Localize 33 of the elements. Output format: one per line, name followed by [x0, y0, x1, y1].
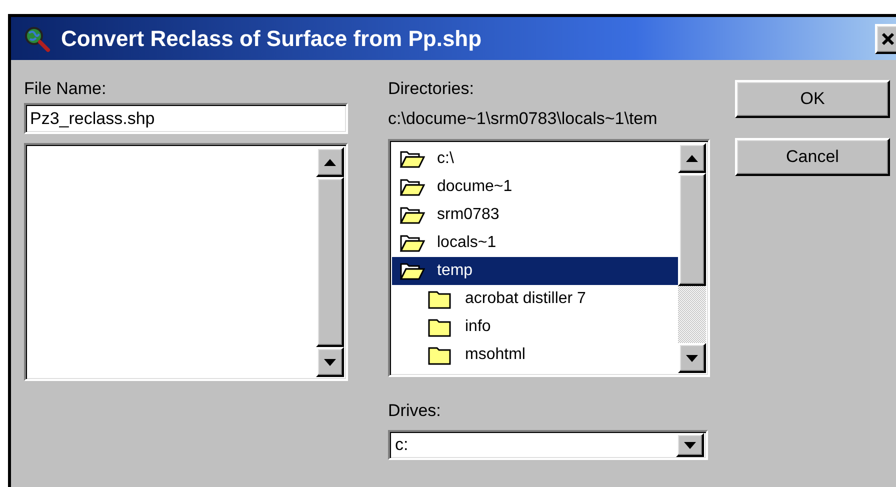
- close-icon: [881, 32, 895, 46]
- down-arrow-icon: [684, 442, 696, 448]
- cancel-button[interactable]: Cancel: [735, 138, 890, 176]
- folder-item[interactable]: c:\: [392, 145, 678, 173]
- globe-magnifier-icon: [23, 24, 51, 52]
- scrollbar-thumb[interactable]: [678, 173, 706, 286]
- folder-item[interactable]: acrobat distiller 7: [392, 285, 678, 313]
- file-name-field[interactable]: Pz3_reclass.shp: [24, 103, 348, 134]
- dropdown-button[interactable]: [676, 433, 704, 457]
- scroll-down-button[interactable]: [678, 343, 706, 373]
- close-button[interactable]: [875, 24, 896, 54]
- drives-label: Drives:: [388, 400, 442, 422]
- ok-button[interactable]: OK: [735, 80, 890, 118]
- folder-item[interactable]: docume~1: [392, 173, 678, 201]
- file-name-label: File Name:: [24, 78, 108, 100]
- folder-item[interactable]: temp: [392, 257, 678, 285]
- file-list[interactable]: [24, 143, 348, 381]
- up-arrow-icon: [686, 154, 698, 162]
- down-arrow-icon: [324, 358, 336, 366]
- folder-item[interactable]: srm0783: [392, 201, 678, 229]
- scroll-down-button[interactable]: [316, 347, 344, 377]
- window-title: Convert Reclass of Surface from Pp.shp: [61, 26, 483, 52]
- directory-path: c:\docume~1\srm0783\locals~1\tem: [388, 108, 658, 130]
- up-arrow-icon: [324, 158, 336, 166]
- folder-item[interactable]: msohtml: [392, 341, 678, 369]
- drives-dropdown[interactable]: c:: [388, 430, 708, 460]
- folder-item[interactable]: info: [392, 313, 678, 341]
- down-arrow-icon: [686, 354, 698, 362]
- scroll-up-button[interactable]: [678, 143, 706, 173]
- scrollbar-thumb[interactable]: [316, 177, 344, 347]
- directories-label: Directories:: [388, 78, 475, 100]
- scroll-up-button[interactable]: [316, 147, 344, 177]
- folder-item[interactable]: locals~1: [392, 229, 678, 257]
